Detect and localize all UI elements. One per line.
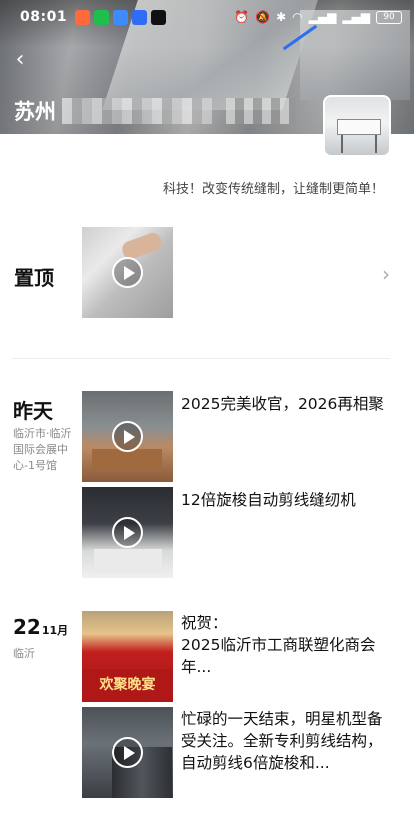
location-label: 临沂 [13, 647, 35, 660]
status-bar: 08:01 ⏰ 🔕 ✱ ◠ ▂▄▆ ▂▄▆ 90 [0, 0, 414, 34]
post-title[interactable]: 忙碌的一天结束，明星机型备受关注。全新专利剪线结构，自动剪线6倍旋梭和... [181, 708, 393, 774]
date-day: 22 [13, 615, 41, 639]
company-name: 苏州 [14, 96, 296, 126]
play-icon [112, 517, 143, 548]
app-notification-icon [75, 9, 91, 25]
bluetooth-icon: ✱ [276, 10, 287, 24]
signal-icon: ▂▄▆ [342, 10, 370, 24]
post-title[interactable]: 2025完美收官，2026再相聚 [181, 393, 393, 415]
message-icon [113, 9, 129, 25]
app-notification-icon [132, 9, 148, 25]
play-icon [112, 421, 143, 452]
company-avatar[interactable] [323, 95, 391, 157]
video-thumbnail[interactable] [82, 487, 173, 578]
avatar-machine-table [337, 119, 381, 135]
post-title[interactable]: 12倍旋梭自动剪线缝纫机 [181, 489, 393, 511]
date-label: 2211月 [13, 615, 68, 639]
wechat-icon [94, 9, 110, 25]
redacted-text [62, 98, 212, 124]
signal-icon: ▂▄▆ [308, 10, 337, 24]
system-status-icons: ⏰ 🔕 ✱ ◠ ▂▄▆ ▂▄▆ 90 [234, 10, 402, 24]
date-day: 昨天 [13, 399, 53, 423]
image-thumbnail[interactable]: 欢聚晚宴 [82, 611, 173, 702]
redacted-text [226, 98, 296, 124]
wifi-icon: ◠ [292, 10, 303, 24]
tiktok-icon [151, 9, 167, 25]
thumbnail-detail [92, 449, 162, 469]
avatar-machine-legs [341, 135, 377, 153]
thumbnail-detail [94, 549, 162, 573]
company-name-prefix: 苏州 [14, 100, 56, 124]
thumbnail-banner-text: 欢聚晚宴 [82, 669, 173, 702]
notification-icons [75, 9, 167, 25]
location-label: 临沂市·临沂国际会展中心-1号馆 [13, 427, 72, 472]
date-month: 11月 [41, 624, 69, 637]
post-title[interactable]: 祝贺： 2025临沂市工商联塑化商会年... [181, 612, 393, 678]
mute-icon: 🔕 [255, 10, 271, 24]
profile-slogan: 科技！改变传统缝制，让缝制更简单！ [162, 182, 384, 197]
play-icon [112, 257, 143, 288]
video-thumbnail[interactable] [82, 707, 173, 798]
play-icon [112, 737, 143, 768]
status-time: 08:01 [20, 9, 68, 25]
alarm-icon: ⏰ [234, 10, 250, 24]
back-arrow-icon[interactable]: ‹ [8, 48, 32, 72]
section-divider [12, 358, 390, 359]
pinned-label: 置顶 [14, 266, 54, 290]
date-label: 昨天 [13, 395, 53, 424]
pinned-video-thumbnail[interactable] [82, 227, 173, 318]
chevron-right-icon[interactable]: › [382, 262, 390, 286]
battery-icon: 90 [376, 10, 402, 24]
video-thumbnail[interactable] [82, 391, 173, 482]
